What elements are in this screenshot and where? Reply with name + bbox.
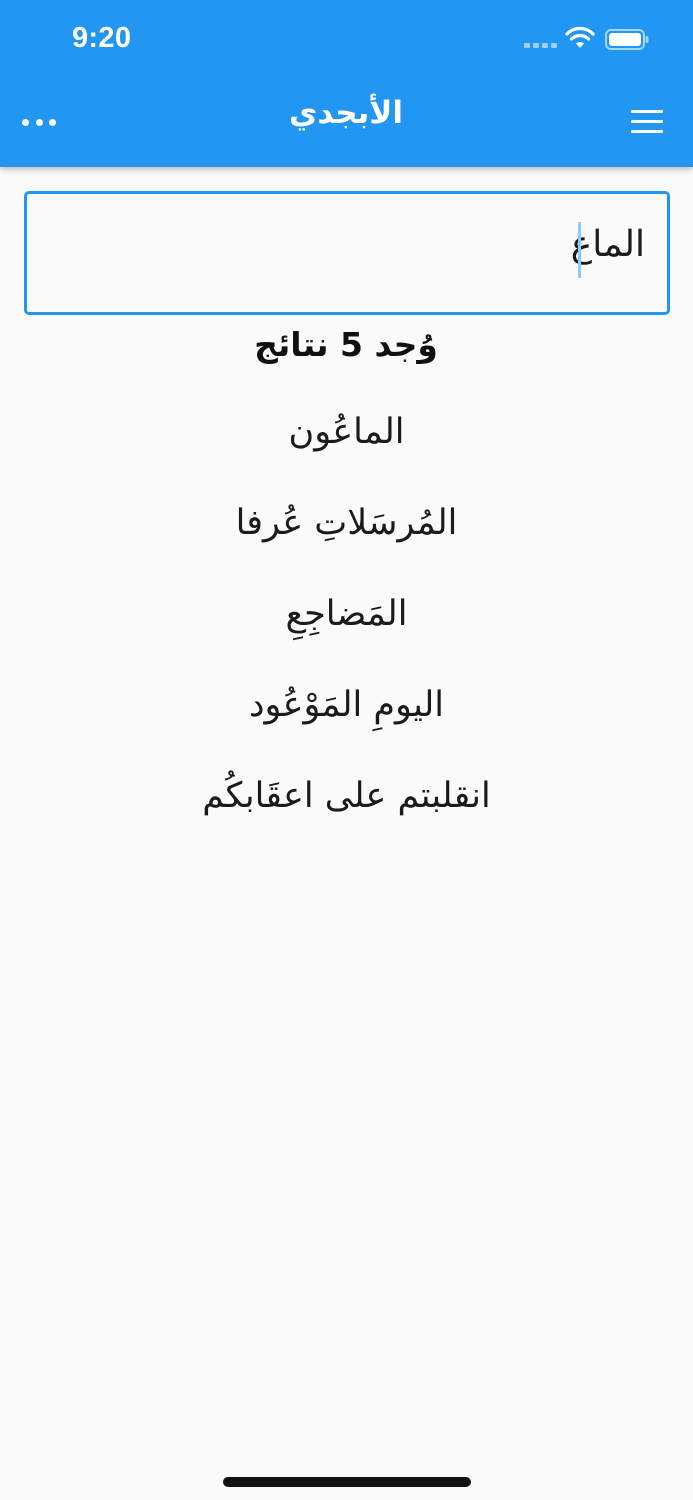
search-input[interactable]: الماع xyxy=(24,191,670,315)
results-list: الماعُون المُرسَلاتِ عُرفا المَضاجِعِ ال… xyxy=(0,387,693,842)
result-item[interactable]: المُرسَلاتِ عُرفا xyxy=(0,478,693,569)
text-caret xyxy=(578,222,581,278)
result-item[interactable]: انقلبتم على اعقَابكُم xyxy=(0,751,693,842)
result-item[interactable]: الماعُون xyxy=(0,387,693,478)
hamburger-menu-icon[interactable] xyxy=(631,110,663,134)
page-title: الأبجدي xyxy=(288,95,403,131)
home-indicator[interactable] xyxy=(223,1477,471,1487)
wifi-icon xyxy=(565,26,595,48)
cellular-signal-icon xyxy=(524,43,560,49)
status-time: 9:20 xyxy=(72,22,132,54)
more-options-icon[interactable] xyxy=(22,106,56,138)
result-item[interactable]: المَضاجِعِ xyxy=(0,569,693,660)
app-header: 9:20 الأبجدي xyxy=(0,0,693,167)
result-item[interactable]: اليومِ المَوْعُود xyxy=(0,660,693,751)
result-count: وُجد 5 نتائج xyxy=(254,325,438,364)
search-input-value: الماع xyxy=(570,224,645,265)
battery-icon xyxy=(605,29,649,50)
